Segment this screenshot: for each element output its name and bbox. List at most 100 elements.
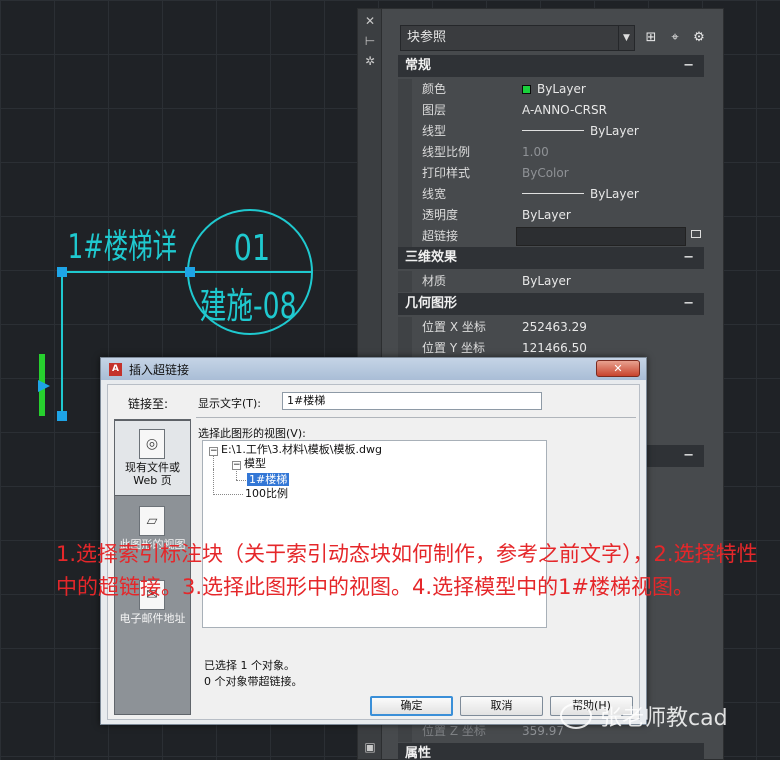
section-geometry[interactable]: 几何图形 − [398,293,704,315]
tree-view-stair-node[interactable]: 1#楼梯 [247,473,290,486]
row-gutter [398,271,412,292]
dialog-title: 插入超链接 [129,363,190,377]
tree-layout-label: 100比例 [245,487,288,500]
row-gutter [398,163,412,184]
property-value[interactable]: ByColor [518,163,704,184]
section-geometry-title: 几何图形 [405,296,458,311]
property-value[interactable]: A-ANNO-CRSR [518,100,704,121]
tree-connector [236,480,246,481]
link-option-label: 电子邮件地址 [119,612,186,625]
property-value-text: ByLayer [537,82,586,96]
collapse-box-icon[interactable]: − [232,461,241,470]
palette-menu-icon[interactable]: ▣ [362,739,378,755]
watermark-text: 张老师教cad [600,706,728,731]
section-3d-effects[interactable]: 三维效果 − [398,247,704,269]
property-name: 位置 Y 坐标 [422,341,485,355]
select-objects-icon[interactable]: ⌖ [666,29,684,47]
property-row[interactable]: 打印样式 ByColor [398,163,704,184]
status-selected-count: 已选择 1 个对象。 [204,659,295,672]
section-general[interactable]: 常规 − [398,55,704,77]
property-value-text: ByLayer [590,124,639,138]
property-row[interactable]: 线型比例 1.00 [398,142,704,163]
section-3d-title: 三维效果 [405,250,458,265]
property-value-text: ByLayer [590,187,639,201]
hyperlink-edit-icon[interactable] [691,230,701,238]
link-option-label: 现有文件或 Web 页 [125,461,180,487]
tree-root-node[interactable]: − E:\1.工作\3.材料\模板\模板.dwg [209,443,382,456]
grip-leader-end [57,411,67,421]
row-gutter [398,205,412,226]
property-value-linetype[interactable]: ByLayer [518,184,704,205]
index-number: 01 [234,227,271,269]
hyperlink-field[interactable] [516,227,686,246]
cancel-button[interactable]: 取消 [460,696,543,716]
toggle-pickadd-icon[interactable]: ⊞ [642,29,660,47]
tree-model-label: 模型 [244,457,266,470]
tree-connector [213,469,214,495]
property-name: 图层 [422,103,447,117]
chevron-down-icon: ▼ [618,26,634,50]
ok-button[interactable]: 确定 [370,696,453,716]
property-value-color[interactable]: ByLayer [518,79,704,100]
collapse-box-icon[interactable]: − [209,447,218,456]
property-value[interactable]: ByLayer [518,271,704,292]
display-text-label: 显示文字(T): [198,397,262,410]
property-row[interactable]: 透明度 ByLayer [398,205,704,226]
collapse-icon[interactable]: − [683,55,694,77]
tree-model-node[interactable]: − 模型 [232,457,266,470]
property-name: 线型比例 [422,145,471,159]
property-value-text: ByLayer [522,274,571,288]
property-value-text: 121466.50 [522,341,587,355]
row-gutter [398,338,412,359]
property-row[interactable]: 线型 ByLayer [398,121,704,142]
section-attributes-title: 属性 [405,746,432,760]
watermark: 张老师教cad [560,702,728,736]
property-value-linetype[interactable]: ByLayer [518,121,704,142]
property-value[interactable]: 121466.50 [518,338,704,359]
status-linked-count: 0 个对象带超链接。 [204,675,303,688]
quick-select-icon[interactable]: ⚙ [690,29,708,47]
grip-leader-start [57,267,67,277]
collapse-icon[interactable]: − [683,293,694,315]
property-value-text: 252463.29 [522,320,587,334]
property-value[interactable]: 252463.29 [518,317,704,338]
view-select-label: 选择此图形的视图(V): [198,427,306,440]
property-row[interactable]: 图层 A-ANNO-CRSR [398,100,704,121]
property-name: 材质 [422,274,447,288]
drawing-view-icon: ▱ [139,506,165,536]
property-value-text: A-ANNO-CRSR [522,103,607,117]
display-text-input[interactable]: 1#楼梯 [282,392,542,410]
row-gutter [398,317,412,338]
dialog-title-bar[interactable]: A 插入超链接 ✕ [101,358,646,380]
collapse-icon[interactable]: − [683,247,694,269]
property-value[interactable]: ByLayer [518,205,704,226]
pin-icon[interactable]: ⊢ [362,33,378,49]
property-name: 透明度 [422,208,459,222]
link-existing-file-option[interactable]: ◎ 现有文件或 Web 页 [115,420,190,496]
property-row[interactable]: 颜色 ByLayer [398,79,704,100]
row-gutter [398,226,412,247]
close-button[interactable]: ✕ [596,360,640,377]
object-type-value: 块参照 [407,30,447,45]
property-value[interactable]: 1.00 [518,142,704,163]
property-row[interactable]: 超链接 [398,226,704,247]
collapse-icon[interactable]: − [683,445,694,467]
properties-menu-icon[interactable]: ✲ [362,53,378,69]
section-general-title: 常规 [405,58,432,73]
tree-layout-node[interactable]: 100比例 [245,487,288,500]
tree-view-stair-label: 1#楼梯 [247,473,290,486]
close-icon[interactable]: ✕ [362,13,378,29]
grip-circle [185,267,195,277]
property-row[interactable]: 材质 ByLayer [398,271,704,292]
row-gutter [398,79,412,100]
property-name: 超链接 [422,229,459,243]
section-attributes[interactable]: 属性 [398,743,704,760]
property-row[interactable]: 线宽 ByLayer [398,184,704,205]
property-name: 打印样式 [422,166,471,180]
property-row[interactable]: 位置 Y 坐标 121466.50 [398,338,704,359]
row-gutter [398,184,412,205]
object-type-select[interactable]: 块参照 ▼ [400,25,635,51]
line-preview-icon [522,130,584,131]
property-row[interactable]: 位置 X 坐标 252463.29 [398,317,704,338]
link-to-label: 链接至: [128,397,169,411]
